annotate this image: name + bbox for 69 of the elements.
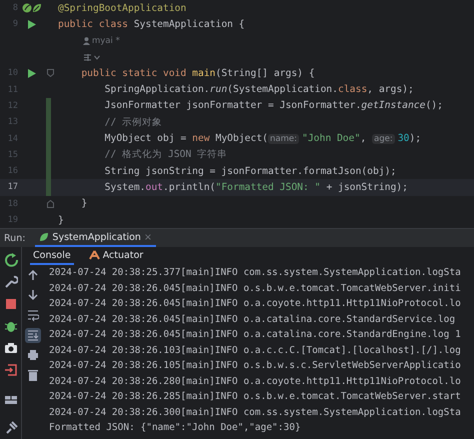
code-token: main <box>192 68 216 79</box>
code-token: String jsonString = jsonFormatter.formatJson(obj); <box>104 166 396 177</box>
layout-icon[interactable] <box>4 393 18 407</box>
code-token: run <box>210 84 228 96</box>
code-token: SpringApplication. <box>104 84 210 96</box>
console-tab[interactable]: Actuator <box>86 247 146 265</box>
code-token: "Formatted JSON: " <box>216 182 320 193</box>
stop-icon[interactable] <box>4 297 18 311</box>
code-token: (String[] args) { <box>216 68 315 79</box>
leaf-icon <box>39 232 50 242</box>
console-line: 2024-07-24 20:38:26.300[main]INFO com.ss.system.SystemApplication.logSta <box>49 406 462 420</box>
console-line: 2024-07-24 20:38:25.377[main]INFO com.ss.system.SystemApplication.logSta <box>49 266 462 280</box>
code-token: public static void <box>80 68 188 79</box>
console-line: 2024-07-24 20:38:26.045[main]INFO o.a.catalina.core.StandardService.log <box>49 312 456 326</box>
console-line: 2024-07-24 20:38:26.045[main]INFO o.a.coyote.http11.Http11NioProtocol.lo <box>49 297 462 311</box>
code-token: class <box>338 84 368 96</box>
code-token: System. <box>104 182 146 193</box>
line-number: 17 <box>6 182 18 192</box>
console-line: 2024-07-24 20:38:26.045[main]INFO o.a.catalina.core.StandardEngine.log 1 <box>49 328 462 342</box>
run-label: Run: <box>4 232 26 244</box>
leaf-icon <box>32 3 42 14</box>
console-line: 2024-07-24 20:38:26.103[main]INFO o.a.c.c.C.[Tomcat].[localhost].[/].log <box>49 344 462 358</box>
code-token: } <box>80 198 88 210</box>
code-token: public class <box>58 18 129 30</box>
code-token: out <box>146 182 163 193</box>
code-token: , <box>360 133 368 144</box>
toolbar-button[interactable] <box>25 368 41 383</box>
rerun-icon[interactable] <box>4 253 18 267</box>
console-line: 2024-07-24 20:38:26.285[main]INFO o.s.b.w.e.tomcat.TomcatWebServer.start <box>49 390 462 404</box>
wrap-icon <box>27 309 39 322</box>
exit-icon[interactable] <box>4 363 18 377</box>
camera-icon[interactable] <box>4 341 18 355</box>
code-token: getInstance <box>361 100 426 112</box>
up-arrow-icon <box>27 269 39 282</box>
scroll-to-end-icon <box>27 329 39 342</box>
code-token: "John Doe" <box>302 133 360 144</box>
run-tab[interactable]: SystemApplication × <box>35 229 156 247</box>
person-icon <box>83 36 90 45</box>
leaf-icon <box>22 3 32 14</box>
code-token: (SystemApplication. <box>227 84 338 96</box>
toolbar-button[interactable] <box>25 328 41 343</box>
code-comment: // 格式化为 JSON 字符串 <box>104 148 228 162</box>
trash-icon <box>27 369 39 382</box>
chevron-icon <box>94 54 100 60</box>
toolbar-button[interactable] <box>25 348 41 363</box>
console-tab[interactable]: Console <box>30 247 74 265</box>
console-line: 2024-07-24 20:38:26.105[main]INFO o.s.b.w.s.c.ServletWebServerApplicatio <box>49 359 462 373</box>
parameter-hint: age: <box>372 134 395 144</box>
console-line: 2024-07-24 20:38:26.280[main]INFO o.a.coyote.http11.Http11NioProtocol.lo <box>49 374 462 388</box>
code-token: , args); <box>367 84 414 96</box>
code-token: MyObject( <box>216 133 268 144</box>
code-token: @SpringBootApplication <box>58 2 186 14</box>
code-token: JsonFormatter jsonFormatter = JsonFormatter. <box>104 100 362 112</box>
code-token: ); <box>409 133 422 144</box>
parameter-hint: name: <box>268 134 299 144</box>
toolbar-button[interactable] <box>25 308 41 323</box>
code-token: new <box>192 133 211 144</box>
console-line: 2024-07-24 20:38:26.045[main]INFO o.s.b.w.e.tomcat.TomcatWebServer.initi <box>49 282 462 296</box>
code-token: (); <box>425 100 443 112</box>
code-token: 30 <box>398 133 410 144</box>
code-token: .println( <box>163 182 216 193</box>
code-token: MyObject obj = <box>104 133 188 144</box>
code-token: + jsonString); <box>325 182 408 193</box>
code-token: } <box>58 214 64 226</box>
down-arrow-icon <box>27 289 39 302</box>
code-token: SystemApplication { <box>134 18 245 30</box>
console-line: Formatted JSON: {"name":"John Doe","age":30} <box>49 421 302 435</box>
code-comment: // 示例对象 <box>104 116 162 129</box>
bug-icon[interactable] <box>4 319 18 333</box>
